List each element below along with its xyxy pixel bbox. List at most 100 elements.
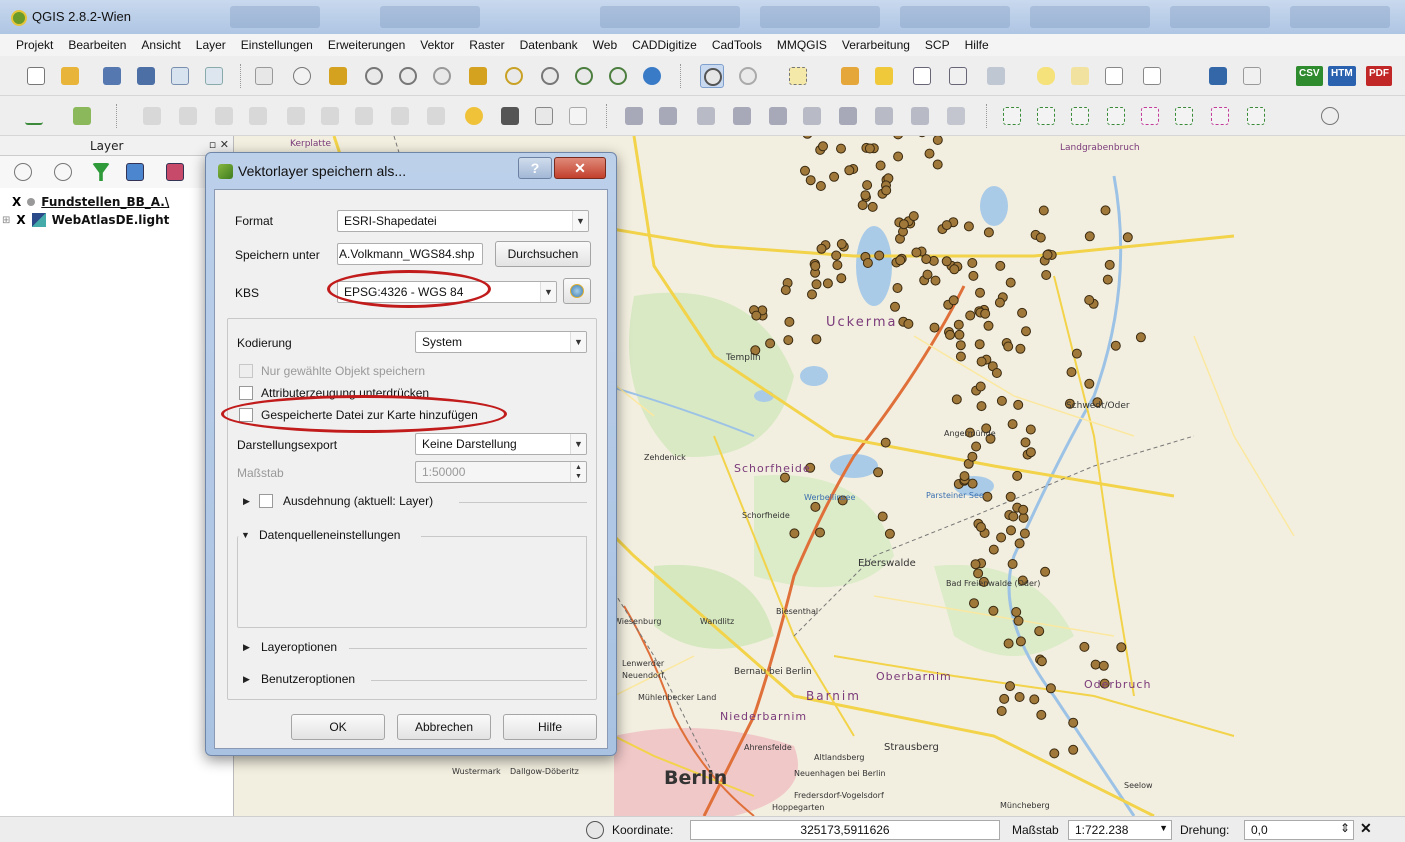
current-edits-button[interactable] [22,104,46,128]
zoom-out-button[interactable] [396,64,420,88]
grid-button[interactable] [424,104,448,128]
menu-layer[interactable]: Layer [196,38,226,52]
taskbar-tab[interactable] [380,6,480,28]
circle-tool-button[interactable] [1318,104,1342,128]
expand-arrow-icon[interactable]: ▶ [243,674,250,685]
menu-einstellungen[interactable]: Einstellungen [241,38,313,52]
menu-bearbeiten[interactable]: Bearbeiten [68,38,126,52]
refresh-button[interactable] [640,64,664,88]
render-toggle-icon[interactable]: ✕ [1360,820,1372,837]
taskbar-tab[interactable] [1290,6,1390,28]
cad-tool-2-button[interactable] [656,104,680,128]
layer-row-webatlas[interactable]: ⊞ X WebAtlasDE.light [2,212,169,228]
cad-tool-6-button[interactable] [800,104,824,128]
toggle-editing-button[interactable] [70,104,94,128]
menu-projekt[interactable]: Projekt [16,38,53,52]
node-tool-4-button[interactable] [1104,104,1128,128]
cad-tool-3-button[interactable] [694,104,718,128]
menu-cadtools[interactable]: CadTools [712,38,762,52]
map-tips-button[interactable] [1034,64,1058,88]
scale-combo[interactable]: 1:722.238 ▼ [1068,820,1172,840]
extent-checkbox[interactable] [259,494,273,508]
cad-tool-8-button[interactable] [872,104,896,128]
adv-digitize-3-button[interactable] [212,104,236,128]
dialog-help-button[interactable]: ? [518,157,552,179]
taskbar-tab[interactable] [900,6,1010,28]
field-calculator-button[interactable] [946,64,970,88]
zoom-to-selection-button[interactable] [502,64,526,88]
ok-button[interactable]: OK [291,714,385,740]
crs-combo[interactable]: EPSG:4326 - WGS 84 ▼ [337,281,557,303]
layer-visibility-checkbox[interactable]: X [12,195,21,209]
show-bookmarks-button[interactable] [1102,64,1126,88]
open-project-button[interactable] [58,64,82,88]
collapse-all-icon[interactable] [166,163,184,181]
adv-digitize-1-button[interactable] [140,104,164,128]
zoom-native-button[interactable] [430,64,454,88]
pan-map-button[interactable] [290,64,314,88]
layer-row-fundstellen[interactable]: X Fundstellen_BB_A.\ [12,194,169,210]
menu-vektor[interactable]: Vektor [420,38,454,52]
taskbar-tab[interactable] [760,6,880,28]
expand-arrow-icon[interactable]: ▶ [243,642,250,653]
stats-button[interactable] [498,104,522,128]
touch-zoom-button[interactable] [252,64,276,88]
taskbar-tab[interactable] [230,6,320,28]
deselect-button[interactable] [838,64,862,88]
spin-arrows-icon[interactable]: ⇕ [1340,821,1350,835]
menu-scp[interactable]: SCP [925,38,950,52]
zoom-full-button[interactable] [466,64,490,88]
save-as-button[interactable] [134,64,158,88]
encoding-combo[interactable]: System ▼ [415,331,587,353]
label-tool-button[interactable] [462,104,486,128]
dialog-close-button[interactable]: ✕ [554,157,606,179]
node-tool-2-button[interactable] [1034,104,1058,128]
pan-to-selection-button[interactable] [326,64,350,88]
zoom-last-button[interactable] [572,64,596,88]
whats-this-button[interactable] [1240,64,1264,88]
export-csv-button[interactable]: CSV [1296,66,1323,86]
composer-manager-button[interactable] [202,64,226,88]
new-project-button[interactable] [24,64,48,88]
visibility-icon[interactable] [14,163,32,181]
node-tool-3-button[interactable] [1068,104,1092,128]
save-as-input[interactable]: A.Volkmann_WGS84.shp [337,243,483,265]
node-tool-1-button[interactable] [1000,104,1024,128]
new-print-composer-button[interactable] [168,64,192,88]
expand-arrow-icon[interactable]: ▶ [243,496,250,507]
menu-datenbank[interactable]: Datenbank [520,38,578,52]
zoom-next-button[interactable] [606,64,630,88]
adv-digitize-8-button[interactable] [388,104,412,128]
panel-float-close-buttons[interactable]: ▫ ✕ [209,138,229,151]
browse-button[interactable]: Durchsuchen [495,241,591,267]
table-tool-button[interactable] [566,104,590,128]
help-contents-button[interactable] [1206,64,1230,88]
save-project-button[interactable] [100,64,124,88]
menu-hilfe[interactable]: Hilfe [965,38,989,52]
adv-digitize-7-button[interactable] [352,104,376,128]
select-crs-button[interactable] [563,278,591,304]
cad-tool-1-button[interactable] [622,104,646,128]
cad-tool-9-button[interactable] [908,104,932,128]
rotation-field[interactable]: 0,0 [1244,820,1354,840]
format-combo[interactable]: ESRI-Shapedatei ▼ [337,210,589,232]
menu-mmqgis[interactable]: MMQGIS [777,38,827,52]
only-selected-checkbox[interactable] [239,364,253,378]
expand-all-icon[interactable] [126,163,144,181]
adv-digitize-6-button[interactable] [318,104,342,128]
text-annotation-button[interactable] [1140,64,1164,88]
zoom-in-button[interactable] [362,64,386,88]
adv-digitize-5-button[interactable] [284,104,308,128]
taskbar-tab[interactable] [600,6,740,28]
menu-web[interactable]: Web [593,38,617,52]
menu-ansicht[interactable]: Ansicht [141,38,180,52]
help-button[interactable]: Hilfe [503,714,597,740]
node-tool-8-button[interactable] [1244,104,1268,128]
menu-caddigitize[interactable]: CADDigitize [632,38,697,52]
menu-verarbeitung[interactable]: Verarbeitung [842,38,910,52]
suppress-attributes-checkbox[interactable] [239,386,253,400]
taskbar-tab[interactable] [1170,6,1270,28]
coordinate-field[interactable]: 325173,5911626 [690,820,1000,840]
menu-erweiterungen[interactable]: Erweiterungen [328,38,405,52]
eye-icon[interactable] [54,163,72,181]
